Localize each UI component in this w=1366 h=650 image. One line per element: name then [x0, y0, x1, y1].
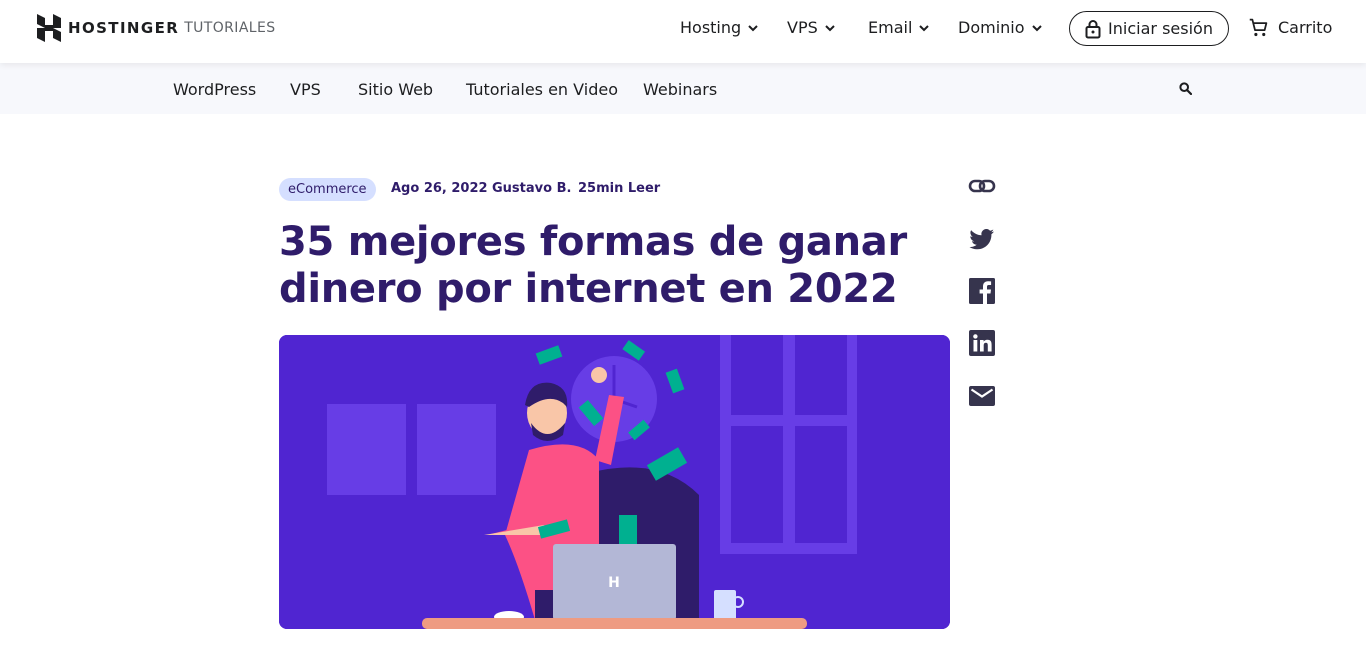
nav-vps[interactable]: VPS	[787, 18, 836, 37]
search-icon[interactable]	[1179, 82, 1192, 95]
chevron-down-icon	[919, 24, 930, 31]
linkedin-icon	[969, 330, 995, 356]
chevron-down-icon	[825, 24, 835, 31]
hostinger-logo[interactable]: HOSTINGER TUTORIALES	[37, 14, 276, 42]
share-facebook-button[interactable]	[968, 277, 996, 305]
nav-dominio-label: Dominio	[958, 18, 1025, 37]
chevron-down-icon	[1031, 24, 1042, 31]
email-icon	[969, 386, 995, 406]
hero-illustration: H	[279, 335, 950, 629]
logo-sub-text: TUTORIALES	[184, 20, 276, 36]
share-email-button[interactable]	[968, 382, 996, 410]
cart-icon	[1249, 18, 1268, 37]
nav-vps-label: VPS	[787, 18, 818, 37]
article-title: 35 mejores formas de ganar dinero por in…	[279, 219, 907, 312]
twitter-icon	[969, 228, 994, 250]
logo-brand-text: HOSTINGER	[68, 19, 180, 37]
chevron-down-icon	[748, 24, 758, 31]
nav-email-label: Email	[868, 18, 913, 37]
laptop-logo-letter: H	[608, 575, 620, 591]
subnav-item-tutoriales-video[interactable]: Tutoriales en Video	[466, 80, 618, 99]
tutorials-subnav: WordPress VPS Sitio Web Tutoriales en Vi…	[0, 63, 1366, 114]
link-icon	[968, 179, 996, 193]
login-button-label: Iniciar sesión	[1108, 19, 1213, 38]
nav-email[interactable]: Email	[868, 18, 930, 37]
category-tag[interactable]: eCommerce	[279, 178, 376, 201]
top-header: HOSTINGER TUTORIALES Hosting VPS Email D…	[0, 0, 1366, 63]
cart-link[interactable]: Carrito	[1248, 17, 1332, 38]
share-twitter-button[interactable]	[968, 225, 996, 253]
login-button[interactable]: Iniciar sesión	[1069, 11, 1229, 46]
author-name[interactable]: Gustavo B.	[492, 181, 571, 196]
publish-date: Ago 26, 2022	[391, 181, 488, 196]
hostinger-logo-icon	[37, 14, 61, 42]
share-linkedin-button[interactable]	[968, 329, 996, 357]
subnav-item-webinars[interactable]: Webinars	[643, 80, 717, 99]
read-time: 25min Leer	[578, 181, 661, 196]
subnav-item-sitio-web[interactable]: Sitio Web	[358, 80, 433, 99]
subnav-item-vps[interactable]: VPS	[290, 80, 321, 99]
copy-link-button[interactable]	[968, 172, 996, 200]
nav-dominio[interactable]: Dominio	[958, 18, 1043, 37]
nav-hosting-label: Hosting	[680, 18, 742, 37]
subnav-item-wordpress[interactable]: WordPress	[173, 80, 256, 99]
facebook-icon	[969, 278, 995, 304]
nav-hosting[interactable]: Hosting	[680, 18, 759, 37]
lock-icon	[1085, 19, 1101, 38]
cart-label: Carrito	[1278, 18, 1333, 37]
